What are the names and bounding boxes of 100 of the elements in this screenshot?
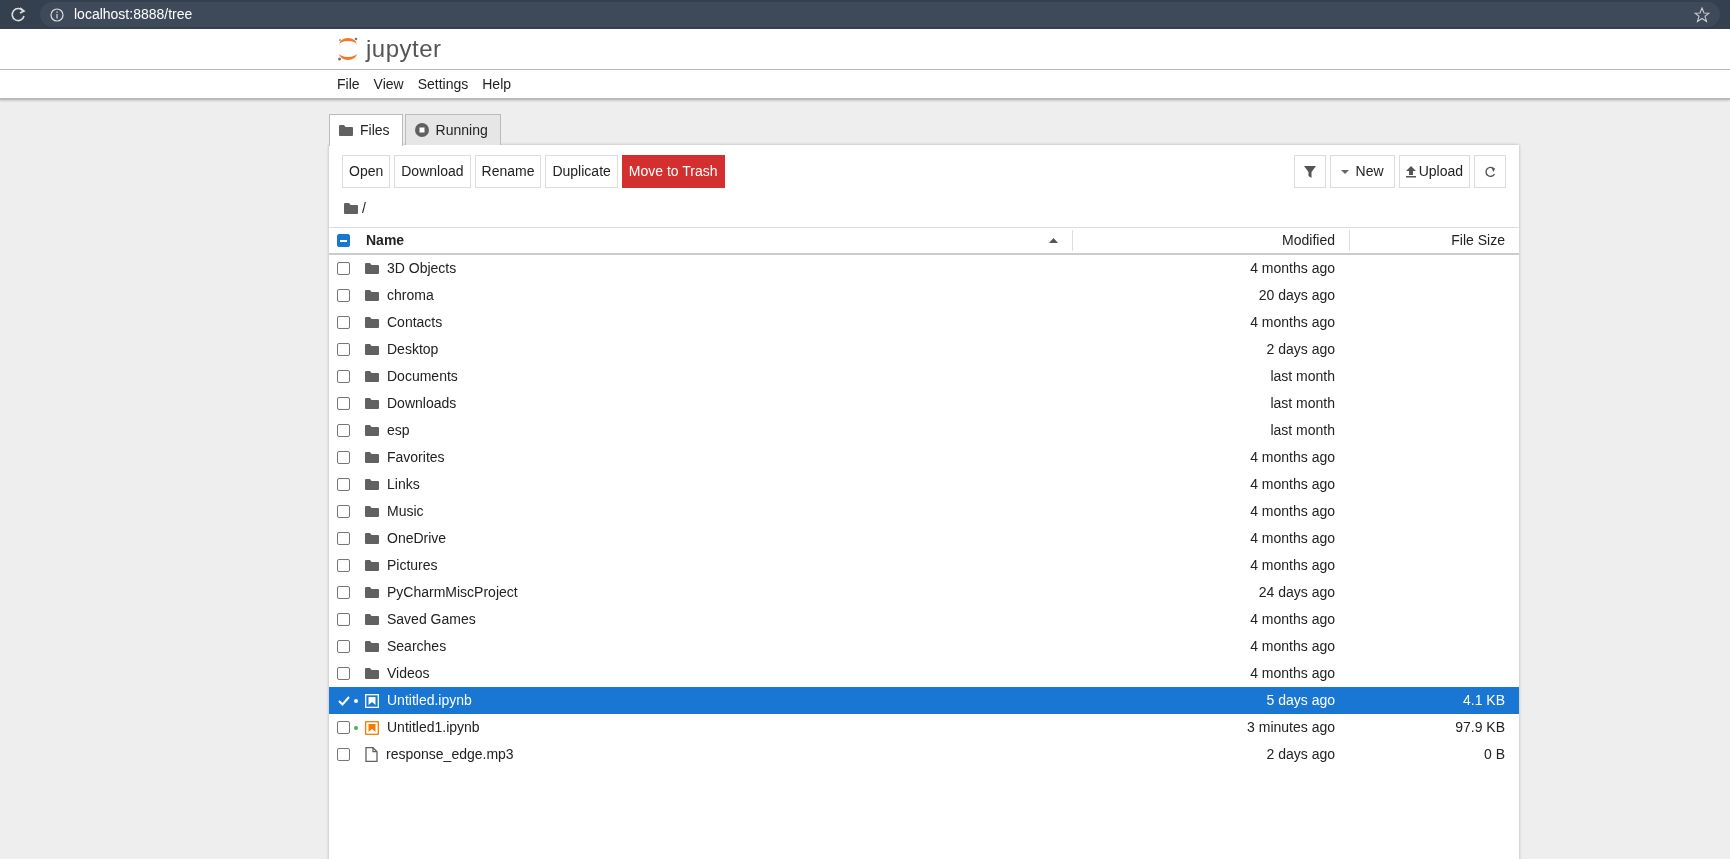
row-checkbox[interactable] (337, 424, 350, 437)
info-icon (50, 7, 64, 22)
row-checkbox[interactable] (337, 559, 350, 572)
file-row[interactable]: Saved Games 4 months ago (329, 606, 1519, 633)
modified-time: 4 months ago (1250, 476, 1335, 492)
column-header[interactable]: Modified (1282, 232, 1335, 248)
file-name[interactable]: Saved Games (387, 609, 476, 630)
upload-icon (1405, 165, 1416, 178)
modified-time: 2 days ago (1266, 746, 1335, 762)
toolbar-button[interactable]: Rename (474, 155, 542, 188)
row-checkbox[interactable] (337, 505, 350, 518)
menu-item[interactable]: View (366, 73, 411, 95)
row-checkbox[interactable] (337, 289, 350, 302)
file-name[interactable]: esp (387, 420, 410, 441)
modified-time: 5 days ago (1266, 692, 1335, 708)
file-row[interactable]: response_edge.mp3 2 days ago 0 B (329, 741, 1519, 768)
refresh-button[interactable] (1474, 155, 1506, 188)
file-row[interactable]: OneDrive 4 months ago (329, 525, 1519, 552)
row-checkbox[interactable] (337, 451, 350, 464)
modified-time: 20 days ago (1258, 287, 1335, 303)
delete-button[interactable]: Move to Trash (621, 155, 725, 188)
folder-icon (339, 124, 353, 137)
file-row[interactable]: Desktop 2 days ago (329, 336, 1519, 363)
file-name[interactable]: response_edge.mp3 (386, 744, 514, 765)
folder-icon (365, 316, 379, 329)
folder-icon (365, 424, 379, 437)
file-row[interactable]: 3D Objects 4 months ago (329, 255, 1519, 282)
row-checkbox[interactable] (337, 532, 350, 545)
caret-icon (1340, 169, 1349, 174)
file-name[interactable]: Untitled.ipynb (387, 690, 472, 711)
folder-icon (365, 586, 379, 599)
toolbar-button[interactable]: Open (342, 155, 391, 188)
file-row[interactable]: esp last month (329, 417, 1519, 444)
folder-icon (365, 532, 379, 545)
filter-icon (1303, 165, 1316, 178)
select-all-checkbox[interactable] (337, 234, 350, 247)
file-name[interactable]: Downloads (387, 393, 457, 414)
file-row[interactable]: PyCharmMiscProject 24 days ago (329, 579, 1519, 606)
address-bar[interactable]: localhost:8888/tree (40, 2, 1720, 27)
filter-button[interactable] (1293, 155, 1326, 188)
file-row[interactable]: Videos 4 months ago (329, 660, 1519, 687)
row-checkbox[interactable] (337, 370, 350, 383)
file-name[interactable]: Links (387, 474, 420, 495)
file-row[interactable]: Favorites 4 months ago (329, 444, 1519, 471)
file-name[interactable]: Desktop (387, 339, 439, 360)
file-row[interactable]: Documents last month (329, 363, 1519, 390)
column-header[interactable]: File Size (1451, 232, 1505, 248)
row-checkbox[interactable] (337, 640, 350, 653)
file-name[interactable]: Pictures (387, 555, 438, 576)
file-row[interactable]: Untitled1.ipynb 3 minutes ago 97.9 KB (329, 714, 1519, 741)
tab[interactable]: Running (404, 114, 501, 145)
file-name[interactable]: Untitled1.ipynb (387, 717, 480, 738)
column-header[interactable]: Name (366, 230, 405, 251)
refresh-icon (1484, 165, 1496, 178)
notebook-icon (365, 693, 379, 708)
file-name[interactable]: 3D Objects (387, 258, 457, 279)
new-button[interactable]: New (1329, 155, 1395, 188)
row-checkbox[interactable] (337, 343, 350, 356)
file-row[interactable]: Music 4 months ago (329, 498, 1519, 525)
row-checkbox[interactable] (337, 721, 350, 734)
file-name[interactable]: Music (387, 501, 424, 522)
file-name[interactable]: Documents (387, 366, 458, 387)
file-name[interactable]: Favorites (387, 447, 445, 468)
row-checkbox[interactable] (337, 397, 350, 410)
file-row[interactable]: Links 4 months ago (329, 471, 1519, 498)
file-name[interactable]: Contacts (387, 312, 443, 333)
breadcrumb-path[interactable]: / (362, 198, 366, 219)
file-name[interactable]: PyCharmMiscProject (387, 582, 518, 603)
row-checkbox[interactable] (337, 478, 350, 491)
file-row[interactable]: Searches 4 months ago (329, 633, 1519, 660)
row-checkbox[interactable] (337, 667, 350, 680)
menu-item[interactable]: Help (475, 73, 519, 95)
file-row[interactable]: Untitled.ipynb 5 days ago 4.1 KB (329, 687, 1519, 714)
folder-icon (365, 667, 379, 680)
row-checkbox[interactable] (337, 316, 350, 329)
file-row[interactable]: chroma 20 days ago (329, 282, 1519, 309)
file-name[interactable]: Videos (387, 663, 430, 684)
folder-icon (365, 370, 379, 383)
file-row[interactable]: Contacts 4 months ago (329, 309, 1519, 336)
upload-button[interactable]: Upload (1398, 155, 1470, 188)
file-row[interactable]: Downloads last month (329, 390, 1519, 417)
file-name[interactable]: Searches (387, 636, 447, 657)
folder-icon (365, 451, 379, 464)
file-row[interactable]: Pictures 4 months ago (329, 552, 1519, 579)
toolbar-button[interactable]: Download (394, 155, 471, 188)
file-name[interactable]: OneDrive (387, 528, 447, 549)
modified-time: 4 months ago (1250, 449, 1335, 465)
row-checkbox[interactable] (337, 262, 350, 275)
file-size: 4.1 KB (1462, 692, 1505, 708)
folder-icon (365, 343, 379, 356)
file-size: 0 B (1484, 746, 1505, 762)
row-checkbox[interactable] (337, 586, 350, 599)
file-name[interactable]: chroma (387, 285, 434, 306)
toolbar-button[interactable]: Duplicate (545, 155, 618, 188)
row-checkbox[interactable] (337, 613, 350, 626)
menu-item[interactable]: Settings (410, 73, 476, 95)
row-checkbox[interactable] (337, 748, 350, 761)
menu-item[interactable]: File (330, 73, 367, 95)
tab[interactable]: Files (329, 114, 403, 146)
reload-icon (10, 6, 26, 23)
